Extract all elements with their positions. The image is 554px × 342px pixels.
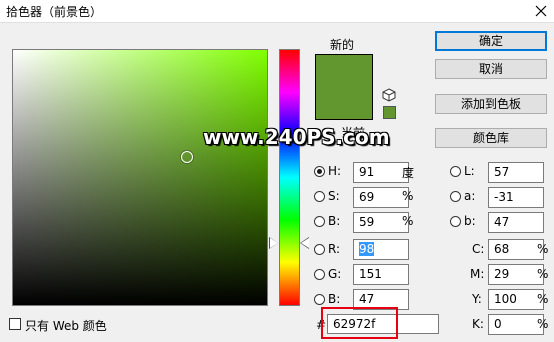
green-label: G:: [328, 267, 342, 281]
radio-green[interactable]: [314, 269, 325, 280]
lightness-label: L:: [464, 164, 475, 178]
color-field[interactable]: [12, 49, 268, 306]
brightness-unit: %: [402, 214, 414, 228]
radio-saturation[interactable]: [314, 191, 325, 202]
color-field-cursor[interactable]: [181, 151, 193, 163]
hue-slider[interactable]: [279, 49, 300, 306]
b-label: b:: [464, 214, 476, 228]
yellow-unit: %: [537, 292, 549, 306]
hue-slider-right-arrow[interactable]: [300, 237, 309, 249]
magenta-label: M:: [470, 267, 485, 281]
hue-label: H:: [328, 164, 342, 178]
hue-unit: 度: [402, 166, 415, 180]
radio-blue[interactable]: [314, 294, 325, 305]
red-label: R:: [328, 242, 341, 256]
web-colors-only-label: 只有 Web 颜色: [25, 319, 107, 333]
add-to-swatches-button[interactable]: 添加到色板: [435, 94, 547, 114]
saturation-label: S:: [328, 189, 340, 203]
cyan-label: C:: [472, 242, 485, 256]
black-label: K:: [472, 317, 484, 331]
a-input[interactable]: -31: [488, 187, 544, 208]
green-input[interactable]: 151: [353, 264, 409, 285]
current-color-swatch[interactable]: [316, 87, 372, 119]
yellow-input[interactable]: 100: [488, 289, 544, 310]
radio-brightness[interactable]: [314, 216, 325, 227]
gamut-warning-cube-icon[interactable]: [382, 88, 396, 102]
color-libraries-button[interactable]: 颜色库: [435, 128, 547, 148]
magenta-input[interactable]: 29: [488, 264, 544, 285]
yellow-label: Y:: [472, 292, 482, 306]
cancel-button[interactable]: 取消: [435, 59, 547, 79]
radio-lightness[interactable]: [450, 166, 461, 177]
lightness-input[interactable]: 57: [488, 162, 544, 183]
hue-slider-left-arrow[interactable]: [269, 237, 278, 249]
new-color-swatch: [316, 55, 372, 87]
cyan-input[interactable]: 68: [488, 239, 544, 260]
radio-red[interactable]: [314, 244, 325, 255]
brightness-label: B:: [328, 214, 341, 228]
color-swatch: [315, 54, 373, 120]
title-bar: 拾色器（前景色）: [0, 0, 554, 23]
ok-button[interactable]: 确定: [435, 31, 547, 51]
watermark: www.240PS.com: [203, 125, 390, 149]
a-label: a:: [464, 189, 476, 203]
close-button[interactable]: [528, 0, 554, 22]
hex-highlight-box: [321, 307, 398, 339]
radio-b[interactable]: [450, 216, 461, 227]
red-value: 98: [359, 242, 375, 256]
web-safe-color-swatch[interactable]: [383, 106, 396, 119]
black-input[interactable]: 0: [488, 314, 544, 335]
window-title: 拾色器（前景色）: [6, 5, 103, 19]
hue-input[interactable]: 91: [353, 162, 409, 183]
close-icon: [535, 5, 547, 17]
b-input[interactable]: 47: [488, 212, 544, 233]
saturation-unit: %: [402, 189, 414, 203]
red-input[interactable]: 98: [353, 239, 409, 260]
blue-label: B:: [328, 292, 341, 306]
cyan-unit: %: [537, 242, 549, 256]
saturation-input[interactable]: 69: [353, 187, 409, 208]
magenta-unit: %: [537, 267, 549, 281]
web-colors-only-checkbox[interactable]: [9, 318, 21, 330]
brightness-input[interactable]: 59: [353, 212, 409, 233]
new-color-label: 新的: [330, 38, 355, 52]
radio-a[interactable]: [450, 191, 461, 202]
radio-hue[interactable]: [314, 166, 325, 177]
black-unit: %: [537, 317, 549, 331]
